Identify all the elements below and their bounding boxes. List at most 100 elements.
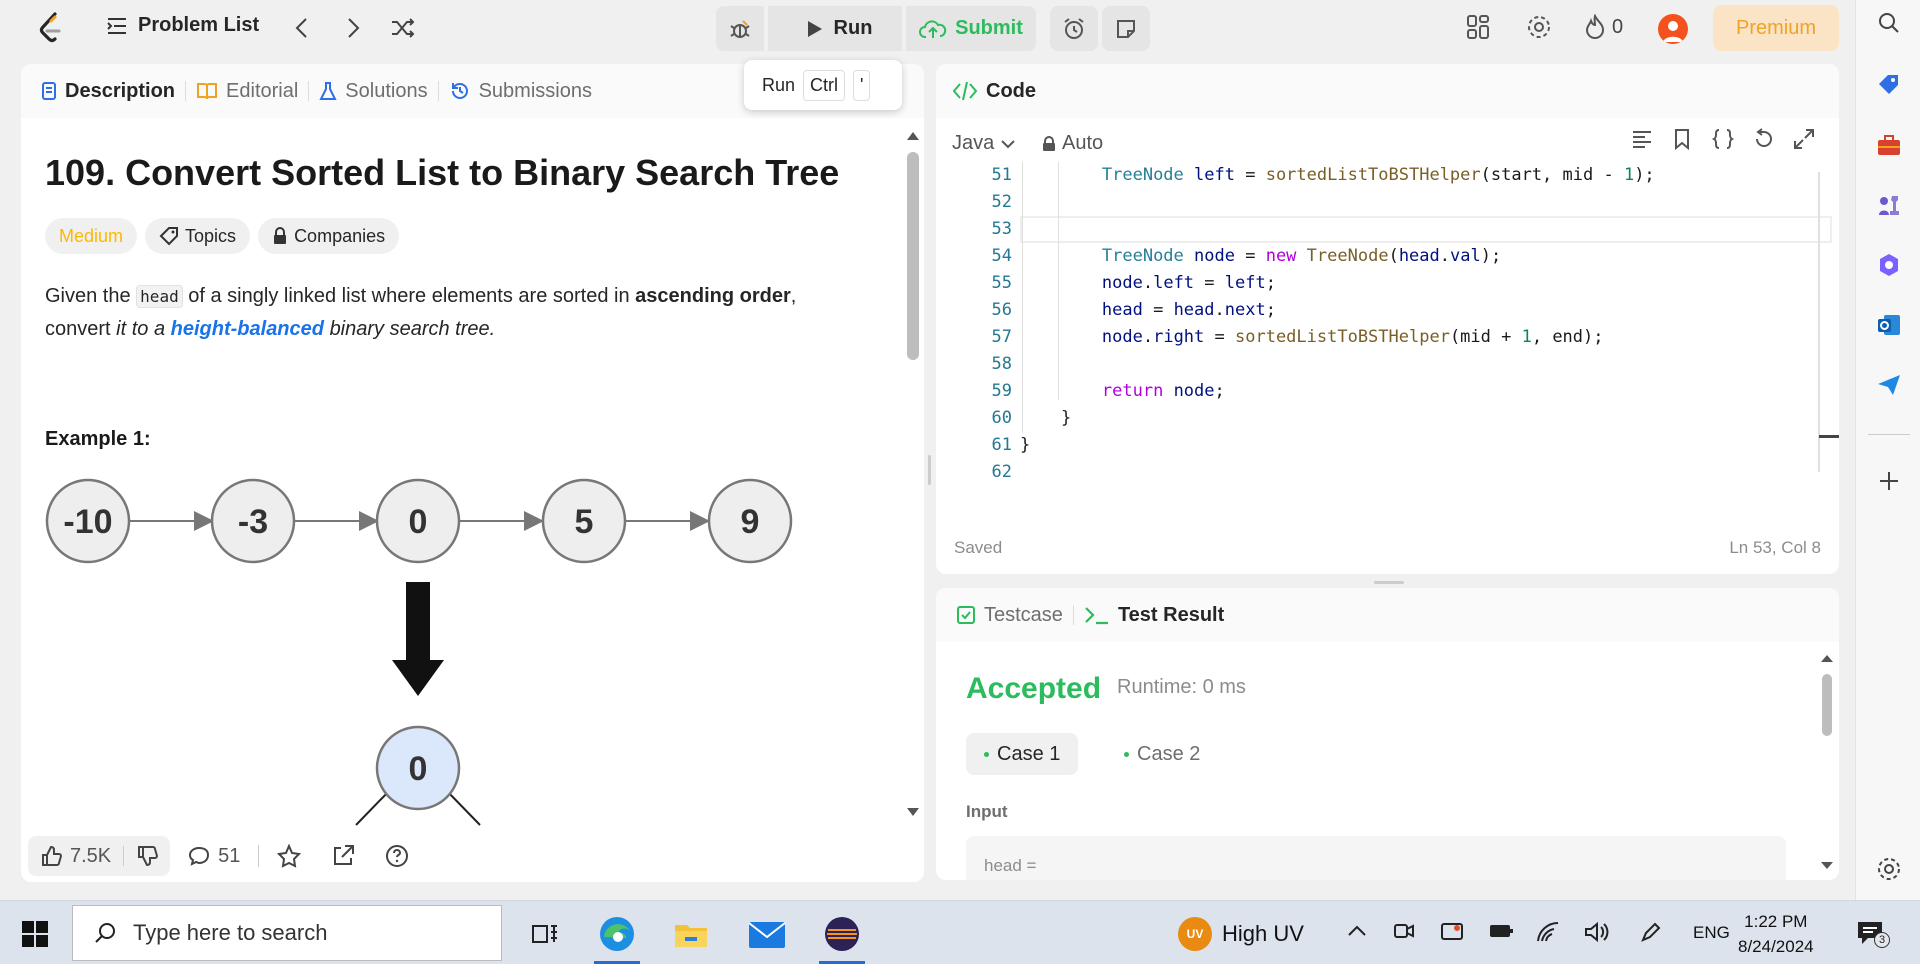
- volume-icon[interactable]: [1584, 921, 1610, 943]
- bookmark-icon[interactable]: [1671, 128, 1693, 150]
- language-label: Java: [952, 132, 995, 154]
- format-icon[interactable]: [1631, 128, 1653, 150]
- thumbs-up-icon[interactable]: [40, 845, 62, 867]
- prev-problem-icon[interactable]: [292, 16, 312, 40]
- language-select[interactable]: Java: [952, 132, 1016, 155]
- code-editor[interactable]: 51 TreeNode left = sortedListToBSTHelper…: [936, 162, 1832, 482]
- topics-label: Topics: [185, 225, 237, 246]
- input-label: Input: [966, 802, 1008, 821]
- task-view-icon[interactable]: [522, 911, 568, 957]
- result-scrollbar[interactable]: [1820, 652, 1834, 872]
- description-scrollbar[interactable]: [906, 130, 919, 818]
- desc-text: ,: [790, 285, 797, 307]
- code-line: 58: [936, 351, 1816, 378]
- thumbs-down-icon[interactable]: [136, 845, 159, 867]
- avatar[interactable]: [1658, 14, 1688, 44]
- line-number: 56: [991, 300, 1012, 320]
- help-icon[interactable]: [385, 844, 409, 868]
- expand-icon[interactable]: [1793, 128, 1815, 150]
- star-icon[interactable]: [277, 844, 302, 868]
- case-2-tab[interactable]: Case 2: [1106, 733, 1218, 775]
- mail-icon[interactable]: [744, 911, 790, 957]
- code-line: 52: [936, 189, 1816, 216]
- edge-icon[interactable]: [594, 911, 640, 957]
- tab-editorial[interactable]: Editorial: [196, 80, 298, 103]
- pen-icon[interactable]: [1640, 921, 1662, 943]
- editor-scrollbar[interactable]: [1818, 172, 1820, 472]
- toolbox-icon[interactable]: [1874, 130, 1904, 160]
- companies-button[interactable]: Companies: [258, 218, 400, 254]
- tab-testcase[interactable]: Testcase: [956, 604, 1063, 627]
- tab-testcase-label: Testcase: [984, 603, 1063, 626]
- submit-button[interactable]: Submit: [906, 6, 1036, 51]
- battery-icon[interactable]: [1488, 921, 1514, 941]
- wifi-icon[interactable]: [1536, 921, 1560, 943]
- weather-widget[interactable]: UV High UV: [1178, 917, 1304, 951]
- debug-button[interactable]: [716, 6, 764, 51]
- reset-icon[interactable]: [1753, 128, 1775, 150]
- list-node: 5: [541, 478, 627, 564]
- notification-icon[interactable]: 3: [1856, 919, 1890, 948]
- case-1-label: Case 1: [997, 742, 1061, 765]
- case-2-label: Case 2: [1137, 742, 1201, 765]
- auto-mode[interactable]: Auto: [1042, 132, 1103, 155]
- share-icon[interactable]: [331, 844, 355, 868]
- line-number: 55: [991, 273, 1012, 293]
- tab-test-result[interactable]: Test Result: [1084, 604, 1224, 627]
- line-number: 51: [991, 165, 1012, 185]
- problem-list-button[interactable]: Problem List: [106, 14, 259, 37]
- language-indicator[interactable]: ENG: [1693, 923, 1730, 943]
- taskbar-search-input[interactable]: Type here to search: [72, 905, 502, 961]
- tab-solutions[interactable]: Solutions: [319, 80, 428, 103]
- tree-root-node: 0: [375, 725, 461, 811]
- editor-scroll-marker: [1819, 435, 1839, 438]
- taskbar-clock[interactable]: 1:22 PM 8/24/2024: [1738, 909, 1814, 959]
- next-problem-icon[interactable]: [343, 16, 363, 40]
- code-line: 56 head = head.next;: [936, 297, 1816, 324]
- case-1-tab[interactable]: Case 1: [966, 733, 1079, 775]
- height-balanced-link[interactable]: height-balanced: [171, 318, 324, 340]
- layout-icon[interactable]: [1466, 14, 1490, 40]
- send-icon[interactable]: [1874, 370, 1904, 400]
- topics-button[interactable]: Topics: [145, 218, 251, 254]
- line-number: 61: [991, 435, 1012, 455]
- chevron-up-icon[interactable]: [1346, 921, 1368, 941]
- code-line: 62: [936, 459, 1816, 486]
- premium-button[interactable]: Premium: [1713, 5, 1839, 51]
- sidebar-settings-icon[interactable]: [1874, 854, 1904, 884]
- add-icon[interactable]: [1874, 466, 1904, 496]
- shuffle-icon[interactable]: [390, 16, 416, 40]
- fire-icon: [1584, 14, 1606, 40]
- search-icon[interactable]: [1874, 8, 1904, 38]
- streak-counter[interactable]: 0: [1584, 14, 1623, 40]
- down-arrow: [392, 582, 444, 696]
- code-line: 55 node.left = left;: [936, 270, 1816, 297]
- panel-splitter[interactable]: [928, 455, 931, 485]
- tab-test-result-label: Test Result: [1117, 603, 1225, 626]
- tooltip-quote-key: ': [853, 69, 871, 101]
- windows-start-icon[interactable]: [22, 921, 48, 947]
- eclipse-icon[interactable]: [819, 911, 865, 957]
- tree-edge: [355, 789, 391, 826]
- tab-submissions[interactable]: Submissions: [449, 80, 592, 103]
- copilot-icon[interactable]: [1874, 250, 1904, 280]
- comments-button[interactable]: 51: [188, 845, 240, 868]
- display-icon[interactable]: [1440, 921, 1464, 943]
- code-text: return node;: [1101, 381, 1225, 401]
- outlook-icon[interactable]: [1874, 310, 1904, 340]
- horizontal-splitter[interactable]: [1374, 581, 1404, 584]
- file-explorer-icon[interactable]: [668, 911, 714, 957]
- code-line: 57 node.right = sortedListToBSTHelper(mi…: [936, 324, 1816, 351]
- braces-icon[interactable]: [1711, 128, 1735, 150]
- pass-dot: [984, 751, 989, 757]
- meet-icon[interactable]: [1393, 921, 1415, 941]
- timer-button[interactable]: [1050, 6, 1098, 51]
- code-text: head = head.next;: [1101, 300, 1276, 320]
- tab-description[interactable]: Description: [41, 80, 175, 103]
- tag-icon[interactable]: [1874, 70, 1904, 100]
- chess-icon[interactable]: [1874, 190, 1904, 220]
- run-button[interactable]: Run: [768, 6, 902, 51]
- notes-button[interactable]: [1102, 6, 1150, 51]
- leetcode-logo-icon[interactable]: [38, 12, 66, 44]
- settings-gear-icon[interactable]: [1526, 14, 1552, 40]
